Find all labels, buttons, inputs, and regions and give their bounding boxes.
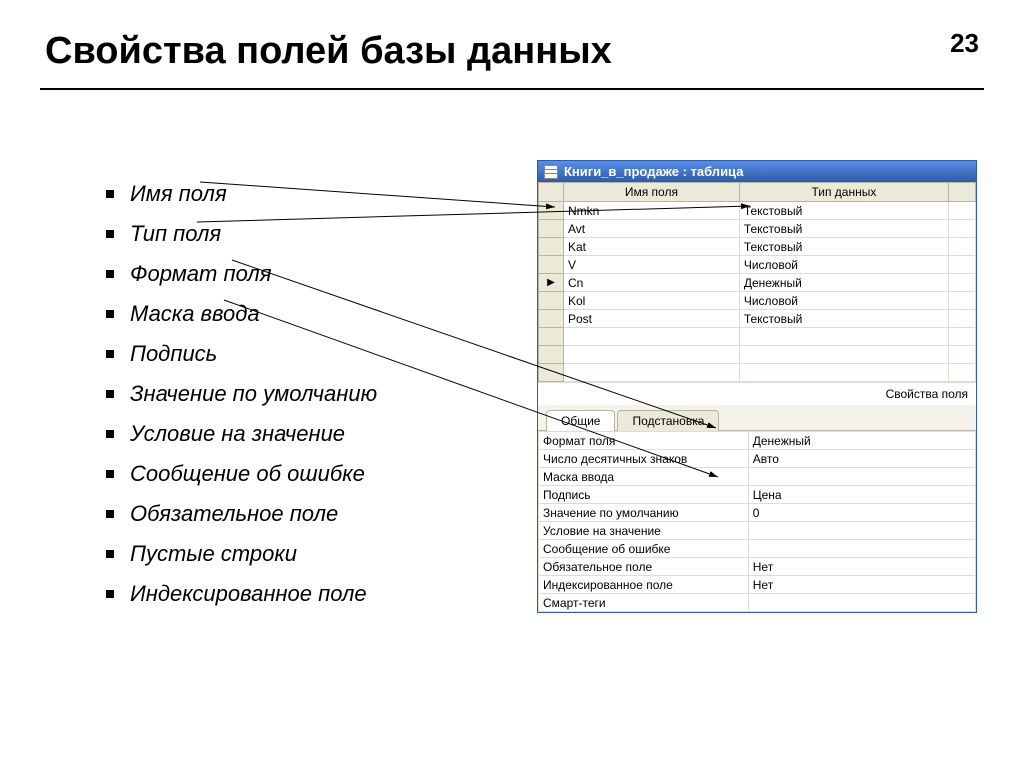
column-header-name: Имя поля: [564, 183, 740, 202]
list-item: Условие на значение: [102, 421, 522, 447]
property-value[interactable]: Нет: [748, 558, 975, 576]
table-row[interactable]: [539, 346, 976, 364]
field-type-cell[interactable]: Текстовый: [739, 202, 948, 220]
property-row[interactable]: Условие на значение: [539, 522, 976, 540]
table-row[interactable]: ▶CnДенежный: [539, 274, 976, 292]
list-item: Обязательное поле: [102, 501, 522, 527]
list-item: Формат поля: [102, 261, 522, 287]
table-row[interactable]: KatТекстовый: [539, 238, 976, 256]
field-name-cell[interactable]: Nmkn: [564, 202, 740, 220]
property-row[interactable]: Формат поляДенежный: [539, 432, 976, 450]
property-row[interactable]: ПодписьЦена: [539, 486, 976, 504]
column-header-type: Тип данных: [739, 183, 948, 202]
row-selector[interactable]: ▶: [539, 274, 564, 292]
property-value[interactable]: Денежный: [748, 432, 975, 450]
property-label: Условие на значение: [539, 522, 749, 540]
property-value[interactable]: [748, 594, 975, 612]
property-label: Подпись: [539, 486, 749, 504]
property-value[interactable]: 0: [748, 504, 975, 522]
field-name-cell[interactable]: Kol: [564, 292, 740, 310]
property-label: Число десятичных знаков: [539, 450, 749, 468]
list-item: Подпись: [102, 341, 522, 367]
property-label: Формат поля: [539, 432, 749, 450]
table-header-row: Имя поля Тип данных: [539, 183, 976, 202]
property-value[interactable]: [748, 468, 975, 486]
table-row[interactable]: AvtТекстовый: [539, 220, 976, 238]
list-item: Сообщение об ошибке: [102, 461, 522, 487]
field-name-cell[interactable]: Cn: [564, 274, 740, 292]
list-item: Значение по умолчанию: [102, 381, 522, 407]
property-row[interactable]: Обязательное полеНет: [539, 558, 976, 576]
list-item: Имя поля: [102, 181, 522, 207]
list-item: Маска ввода: [102, 301, 522, 327]
field-type-cell[interactable]: Числовой: [739, 292, 948, 310]
property-row[interactable]: Маска ввода: [539, 468, 976, 486]
access-table-designer: Книги_в_продаже : таблица Имя поля Тип д…: [537, 160, 977, 613]
window-title-text: Книги_в_продаже : таблица: [564, 164, 743, 179]
table-row[interactable]: PostТекстовый: [539, 310, 976, 328]
property-value[interactable]: [748, 522, 975, 540]
row-selector[interactable]: [539, 310, 564, 328]
list-item: Индексированное поле: [102, 581, 522, 607]
property-value[interactable]: Цена: [748, 486, 975, 504]
table-row[interactable]: VЧисловой: [539, 256, 976, 274]
property-label: Индексированное поле: [539, 576, 749, 594]
page-number: 23: [950, 28, 979, 59]
page-title: Свойства полей базы данных: [45, 30, 612, 73]
field-type-cell[interactable]: Числовой: [739, 256, 948, 274]
bullet-list: Имя поля Тип поля Формат поля Маска ввод…: [62, 181, 522, 621]
field-name-cell[interactable]: Kat: [564, 238, 740, 256]
property-label: Сообщение об ошибке: [539, 540, 749, 558]
list-item: Тип поля: [102, 221, 522, 247]
field-type-cell[interactable]: Денежный: [739, 274, 948, 292]
field-name-cell[interactable]: Post: [564, 310, 740, 328]
property-value[interactable]: Нет: [748, 576, 975, 594]
table-row[interactable]: [539, 328, 976, 346]
field-name-cell[interactable]: Avt: [564, 220, 740, 238]
property-row[interactable]: Индексированное полеНет: [539, 576, 976, 594]
title-divider: [40, 88, 984, 90]
table-row[interactable]: [539, 364, 976, 382]
list-item: Пустые строки: [102, 541, 522, 567]
column-header-blank: [949, 183, 976, 202]
row-selector[interactable]: [539, 220, 564, 238]
property-label: Смарт-теги: [539, 594, 749, 612]
property-label: Значение по умолчанию: [539, 504, 749, 522]
properties-header: Свойства поля: [538, 382, 976, 405]
datasheet-icon: [544, 165, 558, 179]
row-selector[interactable]: [539, 256, 564, 274]
property-label: Обязательное поле: [539, 558, 749, 576]
property-value[interactable]: Авто: [748, 450, 975, 468]
window-titlebar: Книги_в_продаже : таблица: [538, 161, 976, 182]
field-type-cell[interactable]: Текстовый: [739, 238, 948, 256]
property-row[interactable]: Смарт-теги: [539, 594, 976, 612]
table-row[interactable]: KolЧисловой: [539, 292, 976, 310]
row-selector[interactable]: [539, 238, 564, 256]
row-selector[interactable]: [539, 292, 564, 310]
row-selector-header: [539, 183, 564, 202]
property-row[interactable]: Число десятичных знаковАвто: [539, 450, 976, 468]
row-selector[interactable]: [539, 202, 564, 220]
fields-grid: Имя поля Тип данных NmknТекстовый AvtТек…: [538, 182, 976, 382]
property-row[interactable]: Сообщение об ошибке: [539, 540, 976, 558]
property-row[interactable]: Значение по умолчанию0: [539, 504, 976, 522]
property-label: Маска ввода: [539, 468, 749, 486]
field-type-cell[interactable]: Текстовый: [739, 310, 948, 328]
tab-general[interactable]: Общие: [546, 410, 615, 431]
table-row[interactable]: NmknТекстовый: [539, 202, 976, 220]
field-type-cell[interactable]: Текстовый: [739, 220, 948, 238]
properties-grid: Формат поляДенежный Число десятичных зна…: [538, 431, 976, 612]
tab-lookup[interactable]: Подстановка: [617, 410, 719, 431]
field-name-cell[interactable]: V: [564, 256, 740, 274]
property-value[interactable]: [748, 540, 975, 558]
tabs-row: Общие Подстановка: [538, 405, 976, 431]
